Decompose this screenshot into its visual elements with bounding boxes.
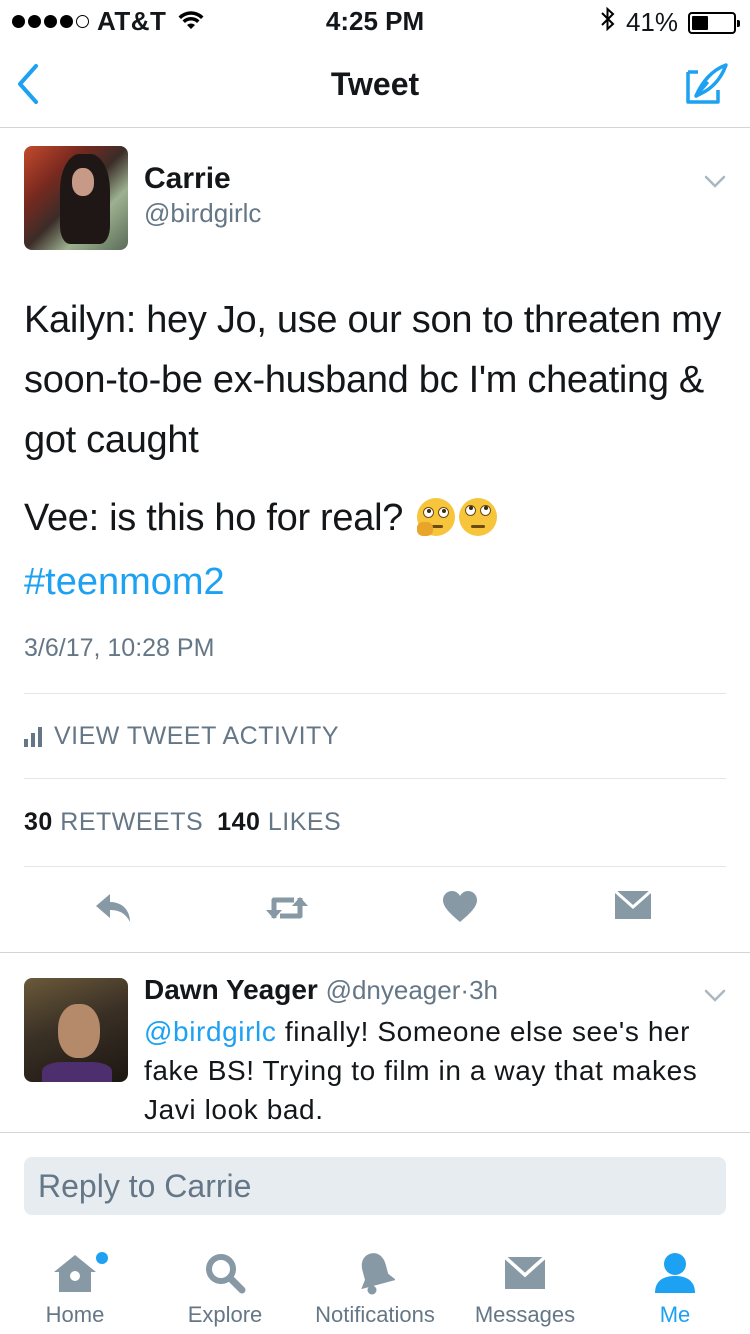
divider [24,866,726,867]
author-avatar[interactable] [24,146,128,250]
envelope-icon [614,889,652,919]
reply-meta-separator: · [460,975,470,1005]
reply-options-button[interactable] [702,982,728,1008]
reply-composer [0,1132,750,1236]
new-content-dot [96,1252,108,1264]
tweet-actions [0,878,750,938]
likes-count: 140 [217,808,261,836]
tweet-text-second: Vee: is this ho for real? [24,488,724,548]
analytics-bars-icon [24,726,42,747]
view-tweet-activity-button[interactable]: VIEW TWEET ACTIVITY [24,722,339,751]
chevron-down-icon [704,989,726,1002]
tab-messages[interactable]: Messages [450,1248,600,1328]
divider [24,693,726,694]
battery-percent: 41% [625,7,678,37]
retweets-count: 30 [24,808,53,836]
tab-home-label: Home [45,1302,105,1327]
tweet-text-line: Vee: is this ho for real? [24,497,404,539]
section-divider [0,952,750,953]
envelope-icon [504,1256,546,1289]
reply-mention-link[interactable]: @birdgirlc [144,1016,276,1047]
tab-me[interactable]: Me [600,1248,750,1328]
retweet-icon [266,897,308,919]
status-right: 41% [600,6,740,39]
reply-author-avatar[interactable] [24,978,128,1082]
reply-text: @birdgirlc finally! Someone else see's h… [144,1012,724,1129]
tab-notifications[interactable]: Notifications [300,1248,450,1328]
search-icon [206,1254,246,1294]
reply-author-name[interactable]: Dawn Yeager [144,974,318,1005]
chevron-down-icon [704,175,726,188]
bell-icon [361,1253,395,1295]
navigation-bar: Tweet [0,40,750,128]
battery-icon [688,11,740,34]
tweet-text: Kailyn: hey Jo, use our son to threaten … [24,299,722,461]
reply-age: 3h [469,975,498,1005]
tab-messages-label: Messages [474,1302,576,1327]
reply-button[interactable] [94,890,134,926]
bluetooth-icon [600,6,616,39]
like-button[interactable] [442,890,482,926]
reply-author-handle[interactable]: @dnyeager [326,975,461,1005]
home-icon [54,1255,96,1292]
author-name[interactable]: Carrie [144,162,231,196]
likes-label: LIKES [267,808,342,836]
tab-me-label: Me [659,1302,691,1327]
heart-icon [443,891,477,922]
status-bar: AT&T 4:25 PM 41% [0,0,750,40]
reply-icon [96,894,130,922]
tweet-timestamp: 3/6/17, 10:28 PM [24,634,215,662]
retweets-label: RETWEETS [60,808,204,836]
engagement-stats: 30 RETWEETS 140 LIKES [24,808,341,837]
battery-level [692,15,709,30]
retweets-count-link[interactable]: 30 RETWEETS [24,808,203,837]
reply-input[interactable] [24,1157,726,1215]
author-handle[interactable]: @birdgirlc [144,198,261,229]
page-title: Tweet [330,66,420,102]
retweet-button[interactable] [264,890,310,926]
tab-notifications-label: Notifications [315,1302,435,1327]
face-with-rolling-eyes-icon [459,498,498,536]
tab-explore-label: Explore [187,1302,263,1327]
compose-button[interactable] [684,62,728,106]
tab-explore[interactable]: Explore [150,1248,300,1328]
divider [24,778,726,779]
hashtag-link[interactable]: #teenmom2 [24,552,225,612]
reply-header: Dawn Yeager @dnyeager·3h [144,974,498,1006]
tab-home[interactable]: Home [0,1248,150,1328]
view-tweet-activity-label: VIEW TWEET ACTIVITY [54,722,340,750]
thinking-face-icon [417,498,456,536]
tab-bar: Home Explore Notifications Messages Me [0,1236,750,1334]
likes-count-link[interactable]: 140 LIKES [217,808,341,837]
compose-quill-icon [686,63,728,104]
tweet-options-button[interactable] [702,168,728,194]
person-icon [655,1253,695,1293]
share-via-dm-button[interactable] [614,889,654,926]
